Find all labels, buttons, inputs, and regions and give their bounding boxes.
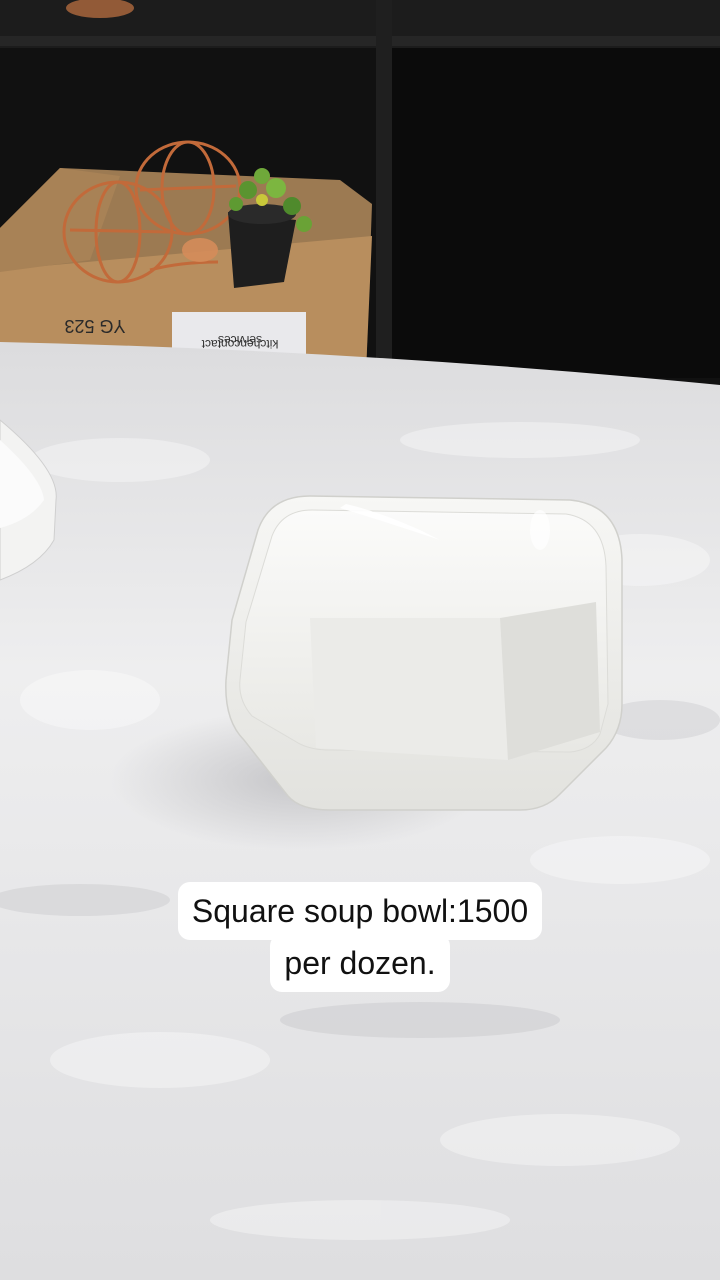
photo-scene: kitchencontact services YG 523 Square so… — [0, 0, 720, 1280]
caption-line-1: Square soup bowl:1500 — [177, 882, 543, 940]
box-code: YG 523 — [64, 316, 125, 336]
shelf-divider — [376, 0, 392, 390]
price-caption: Square soup bowl:1500 per dozen. — [0, 882, 720, 992]
cardboard-box: kitchencontact services YG 523 — [0, 168, 372, 372]
sticker-line2: services — [218, 333, 262, 347]
photo-illustration: kitchencontact services YG 523 — [0, 0, 720, 1280]
caption-line-2: per dozen. — [270, 934, 450, 992]
